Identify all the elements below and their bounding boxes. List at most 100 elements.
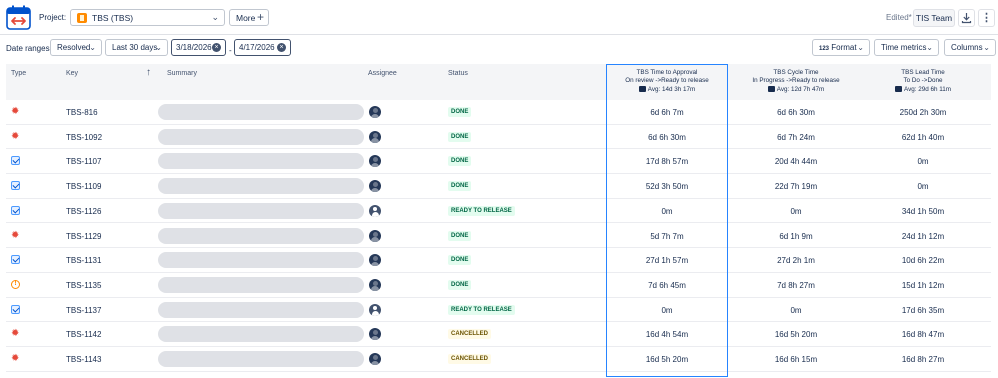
- chevron-down-icon: ⌄: [89, 43, 96, 52]
- table-row[interactable]: TBS-1126 READY TO RELEASE 0m 0m 34d 1h 50m: [6, 199, 991, 224]
- assignee-avatar[interactable]: [369, 204, 381, 217]
- issue-key-link[interactable]: TBS-1142: [66, 330, 101, 339]
- column-header-status[interactable]: Status: [448, 70, 468, 77]
- team-button[interactable]: TIS Team: [913, 9, 955, 27]
- date-separator: -: [229, 46, 232, 55]
- assignee-avatar[interactable]: [369, 106, 381, 118]
- calendar-app-icon[interactable]: [6, 5, 31, 30]
- lead-time-value: 250d 2h 30m: [899, 108, 947, 117]
- table-row[interactable]: TBS-1137 READY TO RELEASE 0m 0m 17d 6h 35m: [6, 298, 991, 323]
- clear-icon[interactable]: ×: [277, 43, 286, 52]
- lead-time-value: 16d 8h 47m: [901, 330, 945, 340]
- assignee-avatar[interactable]: [369, 278, 381, 291]
- column-header-cycle-time[interactable]: TBS Cycle Time In Progress ->Ready to re…: [736, 69, 856, 94]
- lead-time-value: 15d 1h 12m: [901, 280, 945, 290]
- columns-button[interactable]: Columns ⌄: [944, 39, 996, 56]
- column-header-summary[interactable]: Summary: [167, 70, 197, 77]
- assignee-avatar[interactable]: [369, 353, 381, 365]
- chevron-down-icon: ⌄: [211, 12, 219, 22]
- status-badge: DONE: [448, 107, 472, 117]
- format-icon: 123: [819, 46, 830, 52]
- summary-redacted: [158, 153, 364, 170]
- issue-key-link[interactable]: TBS-1092: [66, 133, 102, 142]
- table-row[interactable]: ✹ TBS-1143 CANCELLED 16d 5h 20m 16d 6h 15m 16…: [6, 347, 991, 372]
- format-button[interactable]: 123 Format ⌄: [812, 39, 870, 56]
- status-badge: DONE: [448, 156, 472, 167]
- status-badge: CANCELLED: [448, 329, 491, 340]
- assignee-avatar[interactable]: [369, 155, 381, 168]
- column-header-time-to-approval[interactable]: TBS Time to Approval On review ->Ready t…: [607, 69, 727, 94]
- issue-key-link[interactable]: TBS-1129: [66, 232, 101, 241]
- cycle-time-value: 16d 6h 15m: [774, 355, 818, 364]
- column-header-assignee[interactable]: Assignee: [368, 70, 397, 77]
- columns-label: Columns: [951, 43, 983, 52]
- assignee-avatar[interactable]: [369, 180, 381, 193]
- more-button[interactable]: More +: [229, 9, 269, 26]
- date-to-field[interactable]: 4/17/2026 ×: [234, 39, 291, 56]
- column-header-type[interactable]: Type: [11, 70, 26, 77]
- task-icon: [11, 255, 20, 265]
- issue-key-link[interactable]: TBS-816: [66, 108, 98, 117]
- assignee-avatar[interactable]: [369, 130, 381, 143]
- table-row[interactable]: TBS-1107 DONE 17d 8h 57m 20d 4h 44m 0m: [6, 149, 991, 175]
- table-row[interactable]: ! TBS-1135 DONE 7d 6h 45m 7d 8h 27m 15d 1h 12…: [6, 273, 991, 298]
- chevron-down-icon: ⌄: [926, 43, 933, 52]
- bug-icon: ✹: [11, 229, 20, 241]
- issue-key-link[interactable]: TBS-1126: [66, 207, 101, 216]
- issue-key-link[interactable]: TBS-1137: [66, 306, 101, 315]
- project-select[interactable]: TBS (TBS) ⌄: [70, 9, 225, 26]
- task-icon: [11, 181, 20, 191]
- assignee-avatar[interactable]: [369, 328, 381, 341]
- lead-time-value: 34d 1h 50m: [901, 206, 945, 216]
- time-to-approval-value: 0m: [661, 206, 673, 216]
- table-row[interactable]: ✹ TBS-1092 DONE 6d 6h 30m 6d 7h 24m 62d 1h 40…: [6, 125, 991, 150]
- issue-key-link[interactable]: TBS-1135: [66, 281, 101, 290]
- metric-subtitle: In Progress ->Ready to release: [752, 76, 840, 84]
- warning-icon: !: [11, 279, 20, 289]
- status-filter-dropdown[interactable]: Resolved ⌄: [50, 39, 102, 56]
- metric-title: TBS Cycle Time: [773, 69, 819, 76]
- time-metrics-button[interactable]: Time metrics ⌄: [874, 39, 939, 56]
- issue-key-link[interactable]: TBS-1109: [66, 182, 101, 191]
- assignee-avatar[interactable]: [369, 229, 381, 242]
- lead-time-value: 0m: [917, 182, 929, 192]
- sort-ascending-icon[interactable]: ↑: [146, 67, 151, 78]
- status-badge: READY TO RELEASE: [448, 304, 515, 315]
- column-header-lead-time[interactable]: TBS Lead Time To Do ->Done Avg: 29d 6h 1…: [863, 69, 983, 94]
- assignee-avatar[interactable]: [369, 303, 381, 316]
- time-to-approval-value: 7d 6h 45m: [648, 280, 686, 290]
- issue-key-link[interactable]: TBS-1131: [66, 256, 101, 265]
- download-button[interactable]: [958, 9, 975, 27]
- summary-redacted: [158, 128, 364, 145]
- metric-subtitle: To Do ->Done: [903, 76, 943, 84]
- lead-time-value: 24d 1h 12m: [901, 231, 945, 241]
- column-header-key[interactable]: Key: [66, 70, 78, 77]
- table-row[interactable]: TBS-1109 DONE 52d 3h 50m 22d 7h 19m 0m: [6, 174, 991, 199]
- project-label: Project:: [39, 13, 67, 22]
- issue-key-link[interactable]: TBS-1143: [66, 355, 101, 364]
- table-row[interactable]: ✹ TBS-816 DONE 6d 6h 7m 6d 6h 30m 250d 2h 30m: [6, 100, 991, 125]
- project-avatar-icon: [77, 13, 87, 23]
- summary-redacted: [158, 351, 364, 367]
- table-row[interactable]: ✹ TBS-1129 DONE 5d 7h 7m 6d 1h 9m 24d 1h 12m: [6, 224, 991, 249]
- period-filter-dropdown[interactable]: Last 30 days ⌄: [105, 39, 168, 56]
- time-to-approval-value: 6d 6h 7m: [650, 108, 684, 117]
- more-options-button[interactable]: ⋮: [978, 9, 995, 27]
- top-bar: Project: TBS (TBS) ⌄ More + Edited* TIS …: [0, 0, 998, 35]
- status-badge: DONE: [448, 279, 472, 290]
- time-to-approval-value: 16d 4h 54m: [645, 330, 689, 340]
- clear-icon[interactable]: ×: [212, 43, 221, 52]
- date-from-field[interactable]: 3/18/2026 ×: [171, 39, 226, 56]
- chevron-down-icon: ⌄: [857, 43, 864, 52]
- date-to-value: 4/17/2026: [239, 43, 275, 52]
- table-row[interactable]: TBS-1131 DONE 27d 1h 57m 27d 2h 1m 10d 6h 22…: [6, 248, 991, 273]
- lead-time-value: 17d 6h 35m: [901, 305, 945, 315]
- cycle-time-value: 6d 1h 9m: [779, 231, 813, 241]
- more-button-label: More: [236, 13, 256, 23]
- issue-key-link[interactable]: TBS-1107: [66, 157, 101, 166]
- status-badge: CANCELLED: [448, 354, 491, 364]
- table-row[interactable]: ✹ TBS-1142 CANCELLED 16d 4h 54m 16d 5h 20m 16…: [6, 322, 991, 347]
- assignee-avatar[interactable]: [369, 254, 381, 267]
- bug-icon: ✹: [11, 106, 20, 117]
- cycle-time-value: 0m: [790, 206, 802, 216]
